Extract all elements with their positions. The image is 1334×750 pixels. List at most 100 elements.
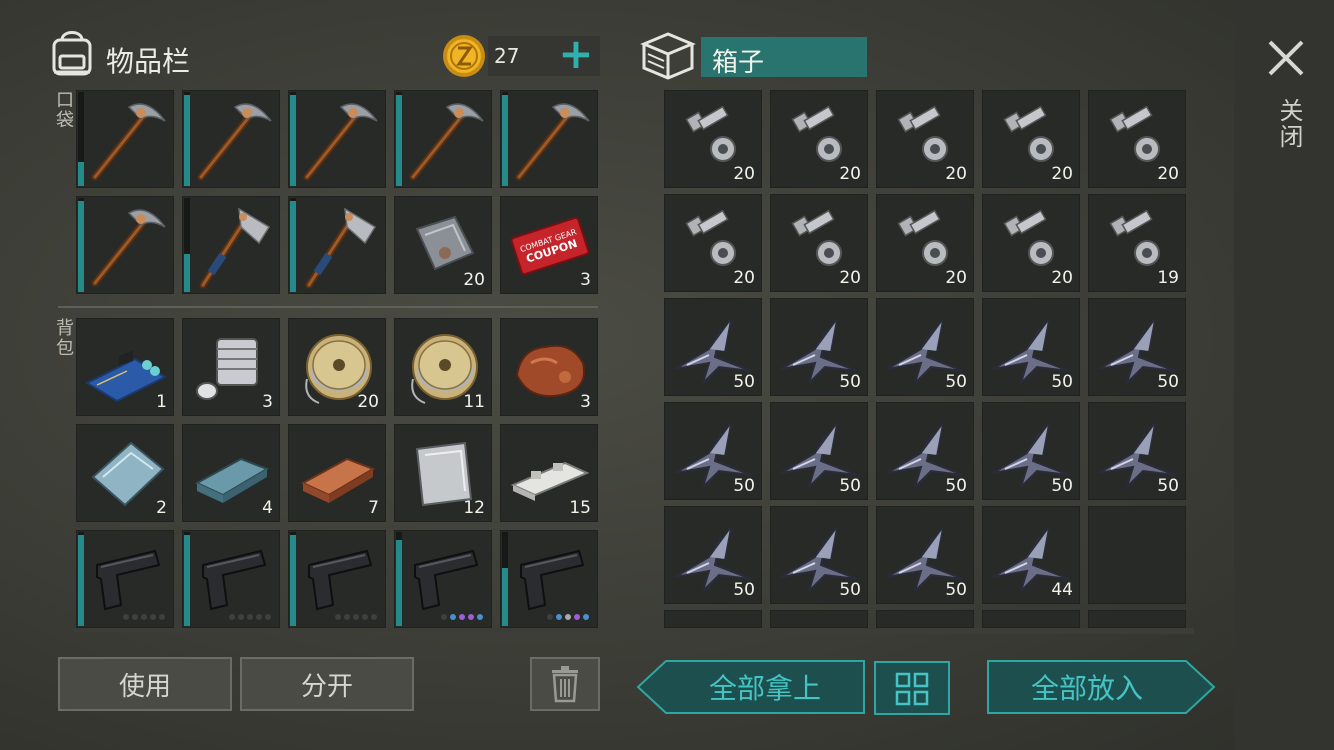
pocket_slots-slot[interactable] bbox=[76, 196, 174, 294]
backpack_slots-slot[interactable] bbox=[76, 530, 174, 628]
box.slots-slot[interactable]: 50 bbox=[982, 298, 1080, 396]
rarity-dot bbox=[335, 614, 341, 620]
item-count: 7 bbox=[368, 498, 379, 518]
box-slot[interactable] bbox=[982, 610, 1080, 628]
pocket_slots-slot[interactable] bbox=[500, 90, 598, 188]
item-count: 3 bbox=[580, 392, 591, 412]
pocket_slots-slot[interactable] bbox=[288, 196, 386, 294]
box-slot[interactable] bbox=[770, 610, 868, 628]
inventory-title: 物品栏 bbox=[106, 45, 191, 78]
rarity-dot bbox=[229, 614, 235, 620]
box.slots-slot[interactable]: 20 bbox=[770, 90, 868, 188]
box.slots-slot[interactable]: 20 bbox=[982, 90, 1080, 188]
backpack-icon bbox=[46, 26, 98, 78]
item-count: 15 bbox=[569, 498, 591, 518]
backpack_slots-slot[interactable] bbox=[288, 530, 386, 628]
box.slots-slot[interactable]: 50 bbox=[876, 506, 974, 604]
pocket_slots-slot[interactable] bbox=[182, 90, 280, 188]
rarity-dot bbox=[362, 614, 368, 620]
backpack_slots-slot[interactable]: 3 bbox=[500, 318, 598, 416]
pocket_slots-slot[interactable]: 20 bbox=[394, 196, 492, 294]
item-count: 50 bbox=[733, 372, 755, 392]
put-all-button[interactable]: 全部放入 bbox=[986, 659, 1216, 715]
item-count: 19 bbox=[1157, 268, 1179, 288]
rarity-dot bbox=[150, 614, 156, 620]
put-all-label: 全部放入 bbox=[1030, 672, 1143, 705]
pickaxe-icon bbox=[91, 209, 166, 287]
backpack_slots-slot[interactable]: 2 bbox=[76, 424, 174, 522]
backpack_slots-slot[interactable] bbox=[394, 530, 492, 628]
item-count: 50 bbox=[1157, 372, 1179, 392]
pocket_slots-slot[interactable]: COMBAT GEAR COUPON 3 bbox=[500, 196, 598, 294]
rarity-dots bbox=[441, 614, 483, 620]
item-count: 4 bbox=[262, 498, 273, 518]
item-count: 50 bbox=[839, 580, 861, 600]
add-coins-button[interactable]: + bbox=[556, 30, 596, 78]
take-all-button[interactable]: 全部拿上 bbox=[636, 659, 866, 715]
backpack_slots-slot[interactable]: 1 bbox=[76, 318, 174, 416]
pocket_slots-slot[interactable] bbox=[182, 196, 280, 294]
item-count: 20 bbox=[945, 268, 967, 288]
box.slots-slot[interactable]: 20 bbox=[664, 90, 762, 188]
item-count: 1 bbox=[156, 392, 167, 412]
box.slots-slot[interactable]: 50 bbox=[982, 402, 1080, 500]
box.slots-slot[interactable]: 20 bbox=[664, 194, 762, 292]
item-count: 3 bbox=[262, 392, 273, 412]
backpack_slots-slot[interactable]: 12 bbox=[394, 424, 492, 522]
box.slots-slot[interactable]: 20 bbox=[1088, 90, 1186, 188]
close-button[interactable]: 关闭 bbox=[1272, 98, 1307, 150]
box.slots-slot[interactable]: 20 bbox=[876, 194, 974, 292]
sort-button[interactable] bbox=[874, 661, 950, 715]
item-count: 20 bbox=[945, 164, 967, 184]
pocket_slots-slot[interactable] bbox=[288, 90, 386, 188]
backpack_slots-slot[interactable] bbox=[182, 530, 280, 628]
rarity-dot bbox=[450, 614, 456, 620]
box.slots-slot[interactable]: 50 bbox=[664, 506, 762, 604]
box.slots-slot[interactable]: 44 bbox=[982, 506, 1080, 604]
box.slots-slot[interactable]: 50 bbox=[770, 506, 868, 604]
rarity-dot bbox=[371, 614, 377, 620]
box.slots-slot[interactable]: 20 bbox=[770, 194, 868, 292]
backpack_slots-slot[interactable] bbox=[500, 530, 598, 628]
close-icon[interactable] bbox=[1266, 38, 1306, 78]
box.slots-slot[interactable] bbox=[1088, 506, 1186, 604]
backpack_slots-slot[interactable]: 11 bbox=[394, 318, 492, 416]
rarity-dot bbox=[547, 614, 553, 620]
item-count: 20 bbox=[463, 270, 485, 290]
box.slots-slot[interactable]: 50 bbox=[770, 298, 868, 396]
box.slots-slot[interactable]: 19 bbox=[1088, 194, 1186, 292]
box.slots-slot[interactable]: 50 bbox=[1088, 298, 1186, 396]
rarity-dot bbox=[256, 614, 262, 620]
backpack_slots-slot[interactable]: 3 bbox=[182, 318, 280, 416]
box-slot[interactable] bbox=[876, 610, 974, 628]
item-count: 20 bbox=[357, 392, 379, 412]
backpack_slots-slot[interactable]: 4 bbox=[182, 424, 280, 522]
backpack_slots-slot[interactable]: 15 bbox=[500, 424, 598, 522]
item-count: 50 bbox=[945, 476, 967, 496]
split-button[interactable]: 分开 bbox=[240, 657, 414, 711]
box-slot[interactable] bbox=[1088, 610, 1186, 628]
box.slots-slot[interactable]: 20 bbox=[982, 194, 1080, 292]
use-button[interactable]: 使用 bbox=[58, 657, 232, 711]
pocket_slots-slot[interactable] bbox=[76, 90, 174, 188]
box.slots-slot[interactable]: 50 bbox=[664, 402, 762, 500]
rarity-dot bbox=[159, 614, 165, 620]
box-slot[interactable] bbox=[664, 610, 762, 628]
pocket_slots-slot[interactable] bbox=[394, 90, 492, 188]
item-count: 20 bbox=[839, 164, 861, 184]
pocket-divider bbox=[58, 306, 598, 308]
rarity-dot bbox=[247, 614, 253, 620]
box.slots-slot[interactable]: 50 bbox=[770, 402, 868, 500]
rarity-dot bbox=[565, 614, 571, 620]
item-count: 50 bbox=[1157, 476, 1179, 496]
box.slots-slot[interactable]: 50 bbox=[876, 298, 974, 396]
item-count: 20 bbox=[733, 268, 755, 288]
trash-button[interactable] bbox=[530, 657, 600, 711]
box.slots-slot[interactable]: 20 bbox=[876, 90, 974, 188]
backpack_slots-slot[interactable]: 20 bbox=[288, 318, 386, 416]
box.slots-slot[interactable]: 50 bbox=[1088, 402, 1186, 500]
box.slots-slot[interactable]: 50 bbox=[876, 402, 974, 500]
backpack_slots-slot[interactable]: 7 bbox=[288, 424, 386, 522]
rarity-dots bbox=[123, 614, 165, 620]
box.slots-slot[interactable]: 50 bbox=[664, 298, 762, 396]
